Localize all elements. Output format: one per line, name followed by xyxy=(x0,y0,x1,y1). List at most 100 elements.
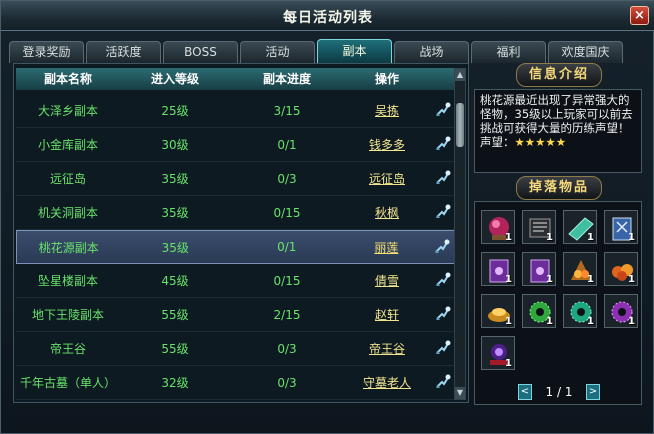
drop-item-slot[interactable]: 1 xyxy=(481,294,515,328)
dungeon-name: 远征岛 xyxy=(49,172,86,186)
drop-item-slot[interactable]: 1 xyxy=(481,336,515,370)
table-row[interactable]: 地下王陵副本 55级 2/15 赵轩 xyxy=(16,298,456,332)
drop-item-slot[interactable]: 1 xyxy=(481,252,515,286)
tab-login-reward[interactable]: 登录奖励 xyxy=(9,41,84,63)
dungeon-name: 小金库副本 xyxy=(37,138,98,152)
info-text: 桃花源最近出现了异常强大的怪物，35级以上玩家可以前去挑战可获得大量的历练声望！ xyxy=(480,93,633,135)
teleport-icon[interactable] xyxy=(430,135,456,154)
dungeon-name: 坠星楼副本 xyxy=(37,274,98,288)
item-quantity: 1 xyxy=(505,358,512,369)
tab-dungeon[interactable]: 副本 xyxy=(317,39,392,63)
info-box: 桃花源最近出现了异常强大的怪物，35级以上玩家可以前去挑战可获得大量的历练声望！… xyxy=(474,89,642,173)
header-progress: 副本进度 xyxy=(262,72,311,86)
drop-item-slot[interactable]: 1 xyxy=(563,252,597,286)
dungeon-progress: 0/15 xyxy=(273,205,301,220)
drop-item-slot[interactable]: 1 xyxy=(604,294,638,328)
close-button[interactable]: × xyxy=(630,6,649,25)
dungeon-name: 大泽乡副本 xyxy=(37,104,98,118)
drops-title: 掉落物品 xyxy=(479,176,639,200)
tab-boss[interactable]: BOSS xyxy=(163,41,238,63)
dungeon-progress: 0/15 xyxy=(273,273,301,288)
dungeon-name: 机关洞副本 xyxy=(37,206,98,220)
item-quantity: 1 xyxy=(628,274,635,285)
drop-item-slot[interactable]: 1 xyxy=(563,210,597,244)
tab-activity-level[interactable]: 活跃度 xyxy=(86,41,161,63)
table-row[interactable]: 大泽乡副本 25级 3/15 吴拣 xyxy=(16,94,456,128)
header-action: 操作 xyxy=(374,72,399,86)
dungeon-progress: 0/1 xyxy=(277,240,297,254)
dungeon-name: 千年古墓（单人） xyxy=(19,376,116,390)
scroll-down-icon[interactable]: ▼ xyxy=(455,387,465,399)
header-level: 进入等级 xyxy=(150,72,199,86)
drops-pager: < 1 / 1 > xyxy=(518,384,602,402)
npc-link[interactable]: 钱多多 xyxy=(344,136,430,153)
scroll-up-icon[interactable]: ▲ xyxy=(455,69,465,81)
title-bar[interactable]: 每日活动列表 × xyxy=(1,1,654,31)
dungeon-progress: 0/3 xyxy=(277,341,297,356)
daily-activity-window: 每日活动列表 × 登录奖励 活跃度 BOSS 活动 副本 战场 福利 欢度国庆 … xyxy=(0,0,654,434)
teleport-icon[interactable] xyxy=(429,238,455,257)
drop-item-slot[interactable]: 1 xyxy=(563,294,597,328)
tab-events[interactable]: 活动 xyxy=(240,41,315,63)
entry-level: 30级 xyxy=(161,138,189,152)
table-row[interactable]: 桃花源副本 35级 0/1 丽莲 xyxy=(16,230,456,264)
item-quantity: 1 xyxy=(546,274,553,285)
page-indicator: 1 / 1 xyxy=(545,385,573,399)
dungeon-progress: 0/1 xyxy=(277,137,297,152)
table-row[interactable]: 帝王谷 55级 0/3 帝王谷 xyxy=(16,332,456,366)
item-quantity: 1 xyxy=(546,316,553,327)
dungeon-progress: 0/3 xyxy=(277,171,297,186)
drop-item-slot[interactable]: 1 xyxy=(522,210,556,244)
tab-national-day[interactable]: 欢度国庆 xyxy=(548,41,623,63)
drop-item-slot[interactable]: 1 xyxy=(604,252,638,286)
table-row[interactable]: 机关洞副本 35级 0/15 秋枫 xyxy=(16,196,456,230)
dungeon-progress: 0/3 xyxy=(277,375,297,390)
npc-link[interactable]: 守墓老人 xyxy=(344,374,430,391)
table-row[interactable]: 小金库副本 30级 0/1 钱多多 xyxy=(16,128,456,162)
entry-level: 35级 xyxy=(161,172,189,186)
teleport-icon[interactable] xyxy=(430,101,456,120)
npc-link[interactable]: 秋枫 xyxy=(344,204,430,221)
tab-welfare[interactable]: 福利 xyxy=(471,41,546,63)
info-title-text: 信息介绍 xyxy=(515,63,602,87)
npc-link[interactable]: 倩雪 xyxy=(344,272,430,289)
scrollbar[interactable]: ▲ ▼ xyxy=(454,68,466,400)
npc-link[interactable]: 吴拣 xyxy=(344,102,430,119)
entry-level: 32级 xyxy=(161,376,189,390)
scroll-thumb[interactable] xyxy=(456,103,464,147)
teleport-icon[interactable] xyxy=(430,373,456,392)
drop-item-slot[interactable]: 1 xyxy=(522,294,556,328)
table-row[interactable]: 远征岛 35级 0/3 远征岛 xyxy=(16,162,456,196)
npc-link[interactable]: 丽莲 xyxy=(344,239,430,256)
entry-level: 35级 xyxy=(161,240,189,255)
header-name: 副本名称 xyxy=(43,72,92,86)
table-row[interactable]: 坠星楼副本 45级 0/15 倩雪 xyxy=(16,264,456,298)
entry-level: 55级 xyxy=(161,308,189,322)
teleport-icon[interactable] xyxy=(430,305,456,324)
dungeon-progress: 3/15 xyxy=(273,103,301,118)
drops-title-text: 掉落物品 xyxy=(515,176,602,200)
drop-item-slot[interactable]: 1 xyxy=(481,210,515,244)
drop-item-slot[interactable]: 1 xyxy=(604,210,638,244)
npc-link[interactable]: 帝王谷 xyxy=(344,340,430,357)
next-page-button[interactable]: > xyxy=(586,384,600,400)
teleport-icon[interactable] xyxy=(430,169,456,188)
tab-battlefield[interactable]: 战场 xyxy=(394,41,469,63)
entry-level: 35级 xyxy=(161,206,189,220)
teleport-icon[interactable] xyxy=(430,339,456,358)
npc-link[interactable]: 远征岛 xyxy=(344,170,430,187)
drops-grid: 1 1 1 1 1 1 1 1 1 1 1 1 1 xyxy=(474,201,642,405)
item-quantity: 1 xyxy=(628,232,635,243)
dungeon-progress: 2/15 xyxy=(273,307,301,322)
table-row[interactable]: 千年古墓（单人） 32级 0/3 守墓老人 xyxy=(16,366,456,400)
item-quantity: 1 xyxy=(587,274,594,285)
teleport-icon[interactable] xyxy=(430,271,456,290)
npc-link[interactable]: 赵轩 xyxy=(344,306,430,323)
table-header: 副本名称 进入等级 副本进度 操作 xyxy=(16,68,456,90)
drop-item-slot[interactable]: 1 xyxy=(522,252,556,286)
dungeon-name: 地下王陵副本 xyxy=(31,308,104,322)
prev-page-button[interactable]: < xyxy=(518,384,532,400)
reputation-label: 声望： xyxy=(480,135,515,149)
teleport-icon[interactable] xyxy=(430,203,456,222)
tab-bar: 登录奖励 活跃度 BOSS 活动 副本 战场 福利 欢度国庆 xyxy=(9,39,623,63)
